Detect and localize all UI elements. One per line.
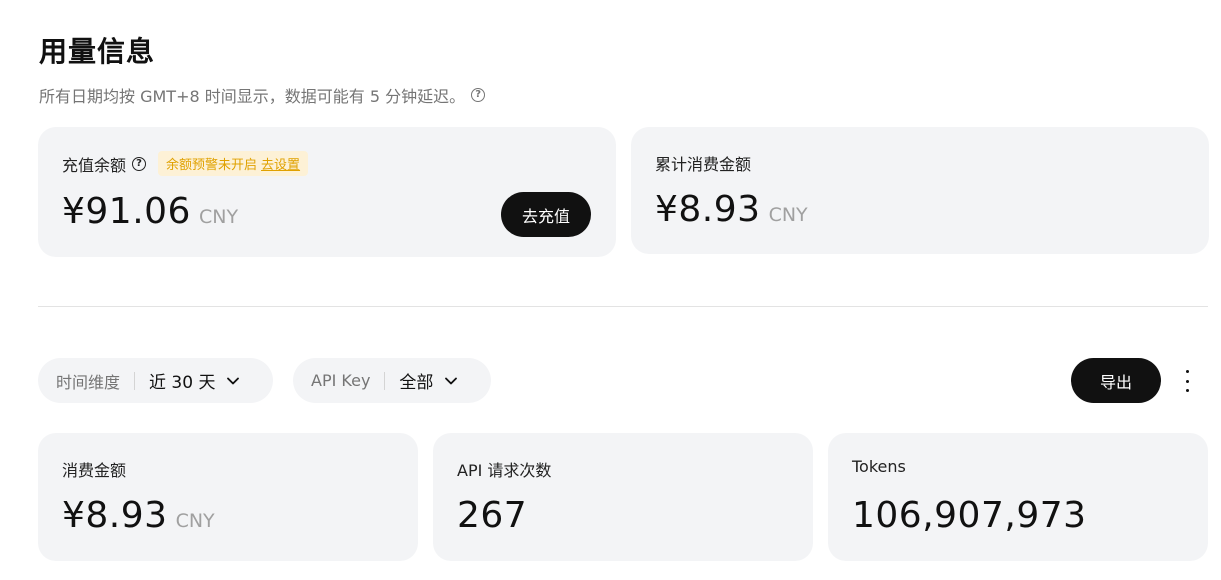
total-spend-value: ¥8.93 — [655, 189, 761, 230]
spend-stat-unit: CNY — [175, 510, 215, 532]
tokens-stat-label: Tokens — [852, 457, 906, 476]
balance-warning-text: 余额预警未开启 — [166, 158, 258, 173]
spend-stat-amount: ¥8.93 CNY — [62, 495, 215, 536]
export-button[interactable]: 导出 — [1071, 358, 1161, 403]
balance-label: 充值余额 — [62, 155, 127, 175]
total-spend-unit: CNY — [768, 204, 808, 226]
spend-stat-value: ¥8.93 — [62, 495, 168, 536]
api-key-filter[interactable]: API Key 全部 — [293, 358, 491, 403]
tokens-stat-amount: 106,907,973 — [852, 495, 1087, 536]
filter-separator — [384, 371, 386, 390]
tokens-stat-card: Tokens 106,907,973 — [828, 433, 1208, 561]
help-icon[interactable]: ? — [471, 88, 486, 102]
balance-value: ¥91.06 — [62, 191, 191, 232]
requests-stat-amount: 267 — [457, 495, 527, 536]
chevron-down-icon — [227, 375, 240, 387]
filter-separator — [134, 371, 136, 390]
more-dot — [1185, 370, 1189, 373]
balance-label-row: 充值余额 ? 余额预警未开启 去设置 — [62, 151, 309, 176]
api-key-value: 全部 — [399, 373, 434, 393]
spend-stat-label: 消费金额 — [62, 461, 127, 480]
total-spend-label: 累计消费金额 — [655, 155, 752, 174]
spend-stat-card: 消费金额 ¥8.93 CNY — [38, 433, 418, 561]
chevron-down-icon — [445, 375, 458, 387]
more-dot — [1185, 379, 1189, 383]
page-subtitle: 所有日期均按 GMT+8 时间显示，数据可能有 5 分钟延迟。 ? — [39, 83, 486, 107]
topup-button[interactable]: 去充值 — [501, 192, 591, 237]
api-key-key: API Key — [311, 371, 371, 390]
section-divider — [38, 306, 1208, 307]
balance-warning-settings-link[interactable]: 去设置 — [261, 154, 300, 173]
total-spend-card: 累计消费金额 ¥8.93 CNY — [631, 127, 1209, 254]
balance-unit: CNY — [198, 206, 239, 228]
requests-stat-label: API 请求次数 — [457, 461, 552, 480]
requests-stat-value: 267 — [457, 495, 528, 536]
time-range-value: 近 30 天 — [149, 373, 216, 393]
requests-stat-card: API 请求次数 267 — [433, 433, 813, 561]
balance-amount: ¥91.06 CNY — [62, 191, 238, 232]
balance-warning-badge: 余额预警未开启 去设置 — [158, 151, 309, 176]
page-title: 用量信息 — [39, 35, 156, 68]
subtitle-text: 所有日期均按 GMT+8 时间显示，数据可能有 5 分钟延迟。 — [39, 87, 466, 106]
time-range-key: 时间维度 — [56, 372, 121, 392]
time-range-filter[interactable]: 时间维度 近 30 天 — [38, 358, 273, 403]
total-spend-amount: ¥8.93 CNY — [655, 189, 808, 230]
tokens-stat-value: 106,907,973 — [852, 495, 1087, 536]
balance-card: 充值余额 ? 余额预警未开启 去设置 ¥91.06 CNY 去充值 — [38, 127, 616, 257]
balance-help-icon[interactable]: ? — [132, 156, 147, 171]
more-dot — [1185, 389, 1189, 392]
more-vertical-icon[interactable] — [1179, 370, 1195, 392]
